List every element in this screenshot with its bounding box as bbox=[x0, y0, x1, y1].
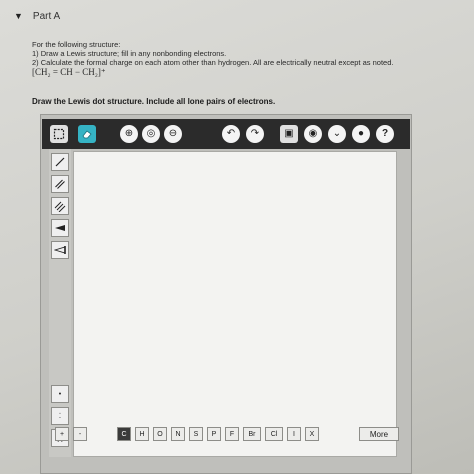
help-button[interactable]: ? bbox=[376, 125, 394, 143]
part-header[interactable]: ▼ Part A bbox=[14, 8, 60, 24]
zoom-reset-button[interactable]: ◎ bbox=[142, 125, 160, 143]
atom-button-o[interactable]: O bbox=[153, 427, 167, 441]
atom-button-x[interactable]: X bbox=[305, 427, 319, 441]
single-bond-button[interactable] bbox=[51, 153, 69, 171]
eraser-icon bbox=[82, 130, 92, 139]
wedge-bond-icon bbox=[55, 225, 65, 231]
bond-toolbar: • ⁚ [ ] bbox=[49, 149, 71, 457]
draw-instruction: Draw the Lewis dot structure. Include al… bbox=[32, 97, 276, 106]
expand-button[interactable]: ⌄ bbox=[328, 125, 346, 143]
lasso-select-button[interactable] bbox=[50, 125, 68, 143]
redo-button[interactable]: ↷ bbox=[246, 125, 264, 143]
lone-pair-button[interactable]: • bbox=[51, 385, 69, 403]
collapse-caret-icon[interactable]: ▼ bbox=[14, 11, 23, 21]
undo-button[interactable]: ↶ bbox=[222, 125, 240, 143]
negative-charge-button[interactable]: - bbox=[73, 427, 87, 441]
structure-editor: ⊕ ◎ ⊖ ↶ ↷ ▣ ◉ ⌄ ● ? • ⁚ [ ] + - C bbox=[40, 114, 412, 474]
editor-toolbar: ⊕ ◎ ⊖ ↶ ↷ ▣ ◉ ⌄ ● ? bbox=[42, 119, 410, 149]
part-title: Part A bbox=[32, 10, 61, 22]
positive-charge-button[interactable]: + bbox=[55, 427, 69, 441]
question-text: For the following structure: 1) Draw a L… bbox=[32, 40, 472, 78]
atom-button-br[interactable]: Br bbox=[243, 427, 261, 441]
radical-button[interactable]: ⁚ bbox=[51, 407, 69, 425]
atom-button-s[interactable]: S bbox=[189, 427, 203, 441]
atom-button-h[interactable]: H bbox=[135, 427, 149, 441]
atom-button-n[interactable]: N bbox=[171, 427, 185, 441]
triple-bond-button[interactable] bbox=[51, 197, 69, 215]
lasso-select-icon bbox=[53, 128, 65, 140]
tips-button[interactable]: ◉ bbox=[304, 125, 322, 143]
question-intro: For the following structure: bbox=[32, 40, 121, 49]
hash-bond-icon bbox=[54, 246, 66, 254]
atom-button-cl[interactable]: Cl bbox=[265, 427, 283, 441]
double-bond-icon bbox=[55, 179, 65, 189]
info-button[interactable]: ● bbox=[352, 125, 370, 143]
eraser-button[interactable] bbox=[78, 125, 96, 143]
copy-button[interactable]: ▣ bbox=[280, 125, 298, 143]
atom-toolbar: + - C H O N S P F Br Cl I X More bbox=[55, 427, 411, 473]
zoom-out-button[interactable]: ⊖ bbox=[164, 125, 182, 143]
atom-button-f[interactable]: F bbox=[225, 427, 239, 441]
zoom-in-button[interactable]: ⊕ bbox=[120, 125, 138, 143]
wedge-bond-button[interactable] bbox=[51, 219, 69, 237]
drawing-canvas[interactable] bbox=[73, 151, 397, 457]
structure-formula: [CH₂ = CH − CH₂]⁺ bbox=[32, 67, 106, 77]
triple-bond-icon bbox=[54, 201, 66, 212]
atom-button-i[interactable]: I bbox=[287, 427, 301, 441]
single-bond-icon bbox=[55, 157, 65, 167]
hash-bond-button[interactable] bbox=[51, 241, 69, 259]
atom-button-c[interactable]: C bbox=[117, 427, 131, 441]
atom-button-p[interactable]: P bbox=[207, 427, 221, 441]
question-step-2: 2) Calculate the formal charge on each a… bbox=[32, 58, 394, 67]
more-atoms-button[interactable]: More bbox=[359, 427, 399, 441]
double-bond-button[interactable] bbox=[51, 175, 69, 193]
question-step-1: 1) Draw a Lewis structure; fill in any n… bbox=[32, 49, 227, 58]
